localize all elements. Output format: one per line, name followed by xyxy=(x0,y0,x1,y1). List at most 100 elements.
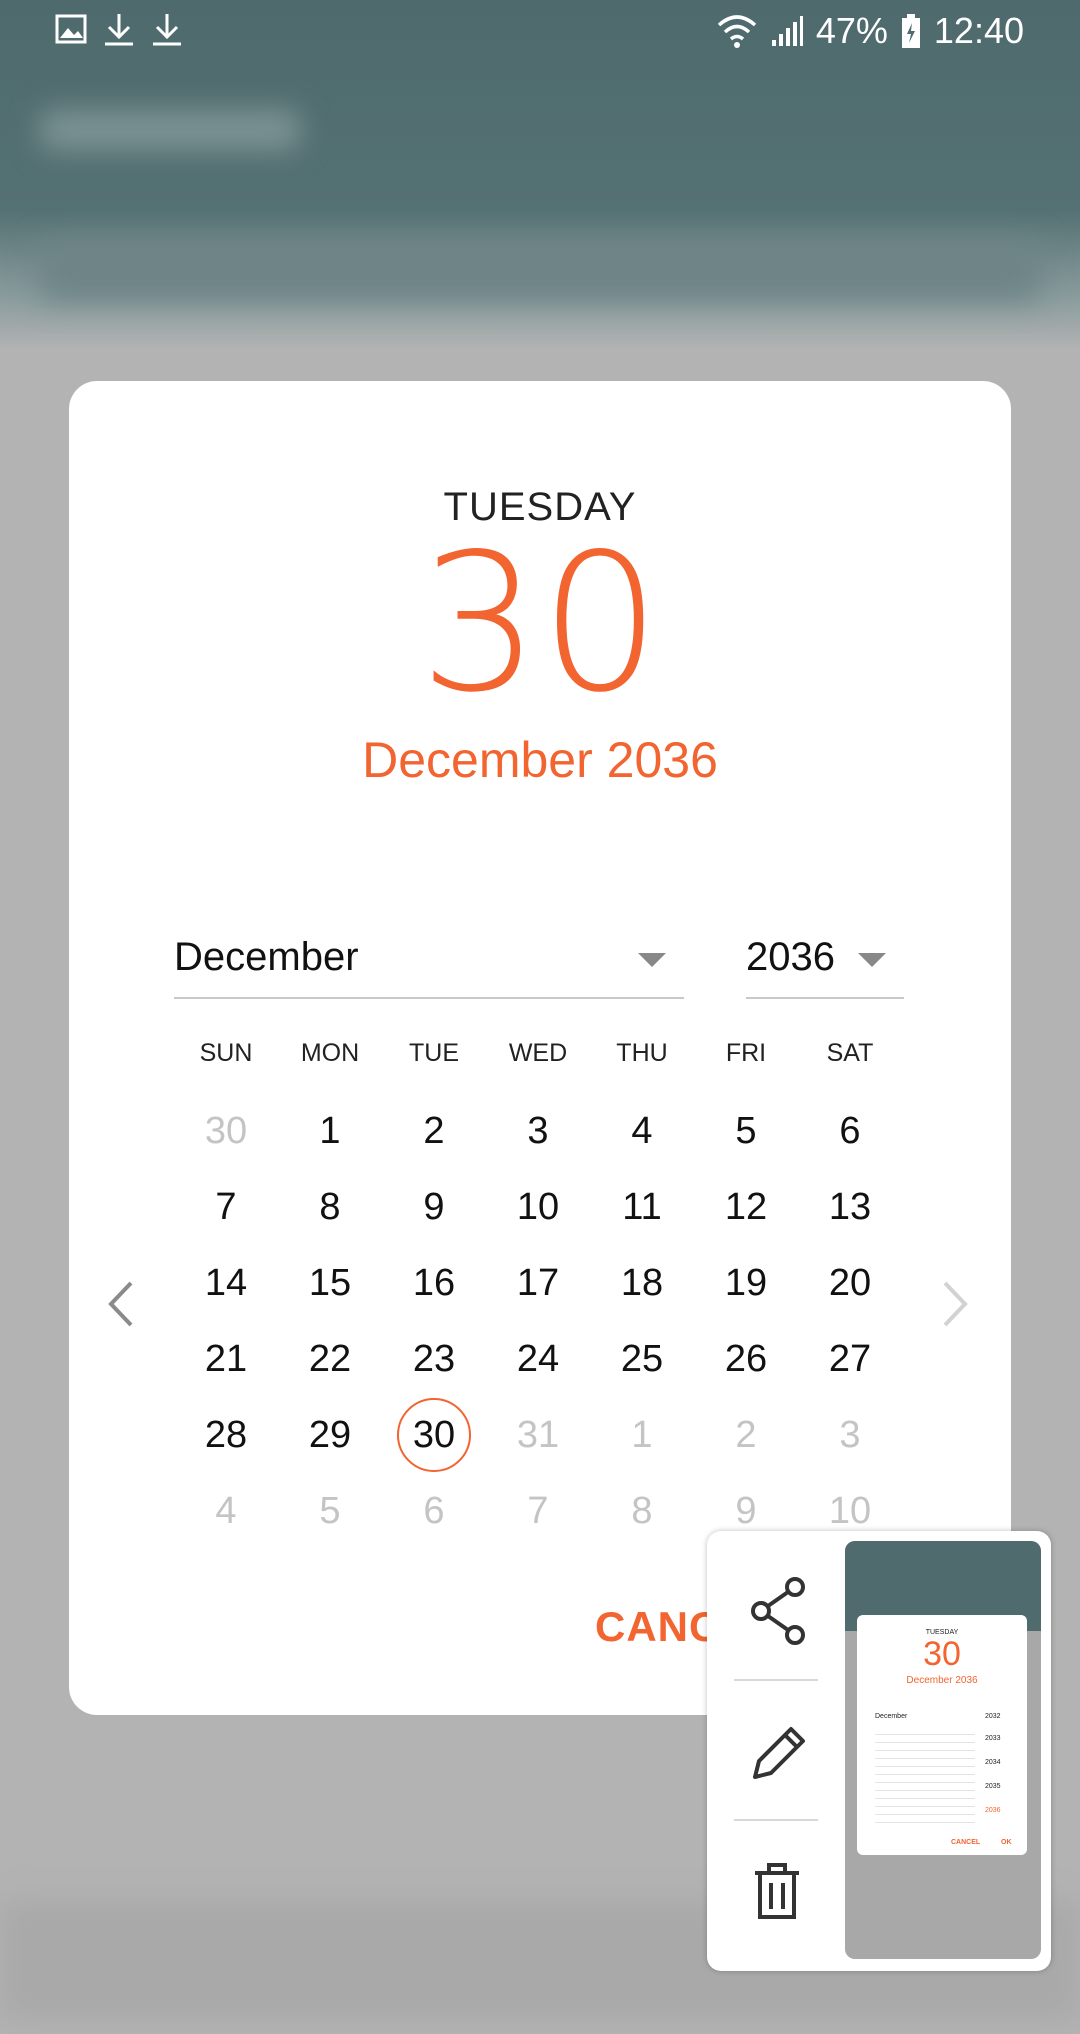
calendar-day[interactable]: 21 xyxy=(174,1321,278,1397)
download-icon xyxy=(102,12,136,48)
calendar-day[interactable]: 11 xyxy=(590,1169,694,1245)
calendar-day-number: 1 xyxy=(631,1414,653,1456)
calendar-day[interactable]: 2 xyxy=(382,1093,486,1169)
battery-charging-icon xyxy=(900,13,922,49)
year-dropdown[interactable]: 2036 xyxy=(746,929,904,999)
date-picker-dialog: TUESDAY 30 December 2036 December 2036 S… xyxy=(69,381,1011,1715)
calendar-day-number: 3 xyxy=(839,1414,861,1456)
calendar-day[interactable]: 6 xyxy=(798,1093,902,1169)
calendar-day[interactable]: 8 xyxy=(278,1169,382,1245)
calendar-day[interactable]: 10 xyxy=(486,1169,590,1245)
calendar-day[interactable]: 26 xyxy=(694,1321,798,1397)
calendar-day[interactable]: 3 xyxy=(486,1093,590,1169)
calendar-day[interactable]: 4 xyxy=(590,1093,694,1169)
calendar-day[interactable]: 15 xyxy=(278,1245,382,1321)
thumbnail-year: 2035 xyxy=(985,1783,1001,1790)
delete-icon xyxy=(755,1863,799,1919)
month-dropdown[interactable]: December xyxy=(174,929,684,999)
calendar-day[interactable]: 14 xyxy=(174,1245,278,1321)
calendar-day-number: 20 xyxy=(828,1262,872,1304)
calendar-day-number: 4 xyxy=(631,1110,653,1152)
thumbnail-month-year: December 2036 xyxy=(906,1675,978,1686)
calendar-day-number: 12 xyxy=(724,1186,768,1228)
screenshot-thumbnail[interactable]: TUESDAY 30 December 2036 December 2032 2… xyxy=(845,1541,1041,1959)
calendar-day-number: 23 xyxy=(412,1338,456,1380)
weekday-label: FRI xyxy=(725,1039,767,1067)
weekday-label: WED xyxy=(508,1039,568,1067)
calendar-day[interactable]: 13 xyxy=(798,1169,902,1245)
calendar-day[interactable]: 23 xyxy=(382,1321,486,1397)
previous-month-button[interactable] xyxy=(91,1269,151,1339)
background-blur xyxy=(40,110,300,150)
calendar-day[interactable]: 20 xyxy=(798,1245,902,1321)
thumbnail-dialog: TUESDAY 30 December 2036 December 2032 2… xyxy=(857,1615,1027,1855)
calendar-day-number: 6 xyxy=(839,1110,861,1152)
calendar-day-number: 28 xyxy=(204,1414,248,1456)
calendar-day[interactable]: 19 xyxy=(694,1245,798,1321)
thumbnail-month: December xyxy=(875,1713,908,1720)
signal-icon xyxy=(770,14,804,48)
weekday-label: TUE xyxy=(409,1039,459,1067)
calendar-day-number: 8 xyxy=(631,1490,653,1532)
image-icon xyxy=(54,12,88,48)
divider xyxy=(734,1819,818,1821)
weekday-label: THU xyxy=(616,1039,668,1067)
calendar-day-number: 30 xyxy=(204,1110,248,1152)
calendar-day[interactable]: 17 xyxy=(486,1245,590,1321)
calendar-day[interactable]: 24 xyxy=(486,1321,590,1397)
calendar-day: 8 xyxy=(590,1473,694,1549)
thumbnail-ok: OK xyxy=(1001,1839,1012,1846)
thumbnail-year: 2032 xyxy=(985,1713,1001,1720)
calendar-day-number: 29 xyxy=(308,1414,352,1456)
delete-button[interactable] xyxy=(727,1839,827,1939)
calendar-day-number: 3 xyxy=(527,1110,549,1152)
next-month-button[interactable] xyxy=(925,1269,985,1339)
calendar-day-number: 2 xyxy=(735,1414,757,1456)
calendar-day[interactable]: 5 xyxy=(694,1093,798,1169)
calendar-day-number: 18 xyxy=(620,1262,664,1304)
calendar-day[interactable]: 16 xyxy=(382,1245,486,1321)
share-button[interactable] xyxy=(727,1559,827,1659)
calendar-day: 5 xyxy=(278,1473,382,1549)
calendar-day: 2 xyxy=(694,1397,798,1473)
calendar-day-number: 9 xyxy=(735,1490,757,1532)
edit-icon xyxy=(753,1727,805,1779)
calendar-day[interactable]: 12 xyxy=(694,1169,798,1245)
thumbnail-day: 30 xyxy=(923,1635,961,1673)
calendar-day-number: 30 xyxy=(412,1414,456,1456)
calendar-day[interactable]: 1 xyxy=(278,1093,382,1169)
calendar-day: 1 xyxy=(590,1397,694,1473)
calendar-day-number: 8 xyxy=(319,1186,341,1228)
calendar-day[interactable]: 22 xyxy=(278,1321,382,1397)
calendar-day-number: 4 xyxy=(215,1490,237,1532)
calendar-day[interactable]: 25 xyxy=(590,1321,694,1397)
calendar-day[interactable]: 27 xyxy=(798,1321,902,1397)
calendar-day-number: 7 xyxy=(215,1186,237,1228)
battery-percent: 47% xyxy=(815,10,888,51)
calendar-day[interactable]: 29 xyxy=(278,1397,382,1473)
calendar-day-selected[interactable]: 30 xyxy=(382,1397,486,1473)
thumbnail-year: 2036 xyxy=(985,1807,1001,1814)
weekday-label: SAT xyxy=(826,1039,874,1067)
calendar-day[interactable]: 7 xyxy=(174,1169,278,1245)
calendar-day-number: 22 xyxy=(308,1338,352,1380)
calendar-day-number: 5 xyxy=(319,1490,341,1532)
thumbnail-calendar-grid xyxy=(875,1727,975,1827)
calendar-day[interactable]: 28 xyxy=(174,1397,278,1473)
calendar-day-number: 9 xyxy=(423,1186,445,1228)
cancel-button[interactable]: CANC xyxy=(595,1603,720,1651)
calendar-day-number: 16 xyxy=(412,1262,456,1304)
calendar-day: 30 xyxy=(174,1093,278,1169)
edit-button[interactable] xyxy=(727,1699,827,1799)
divider xyxy=(734,1679,818,1681)
calendar-day-number: 1 xyxy=(319,1110,341,1152)
calendar-day-number: 27 xyxy=(828,1338,872,1380)
calendar-day[interactable]: 18 xyxy=(590,1245,694,1321)
chevron-down-icon xyxy=(858,953,886,967)
year-dropdown-value: 2036 xyxy=(746,935,835,979)
calendar-day: 7 xyxy=(486,1473,590,1549)
calendar-day[interactable]: 9 xyxy=(382,1169,486,1245)
header-month-year: December 2036 xyxy=(362,732,718,788)
download-icon xyxy=(150,12,184,48)
calendar-day-number: 14 xyxy=(204,1262,248,1304)
